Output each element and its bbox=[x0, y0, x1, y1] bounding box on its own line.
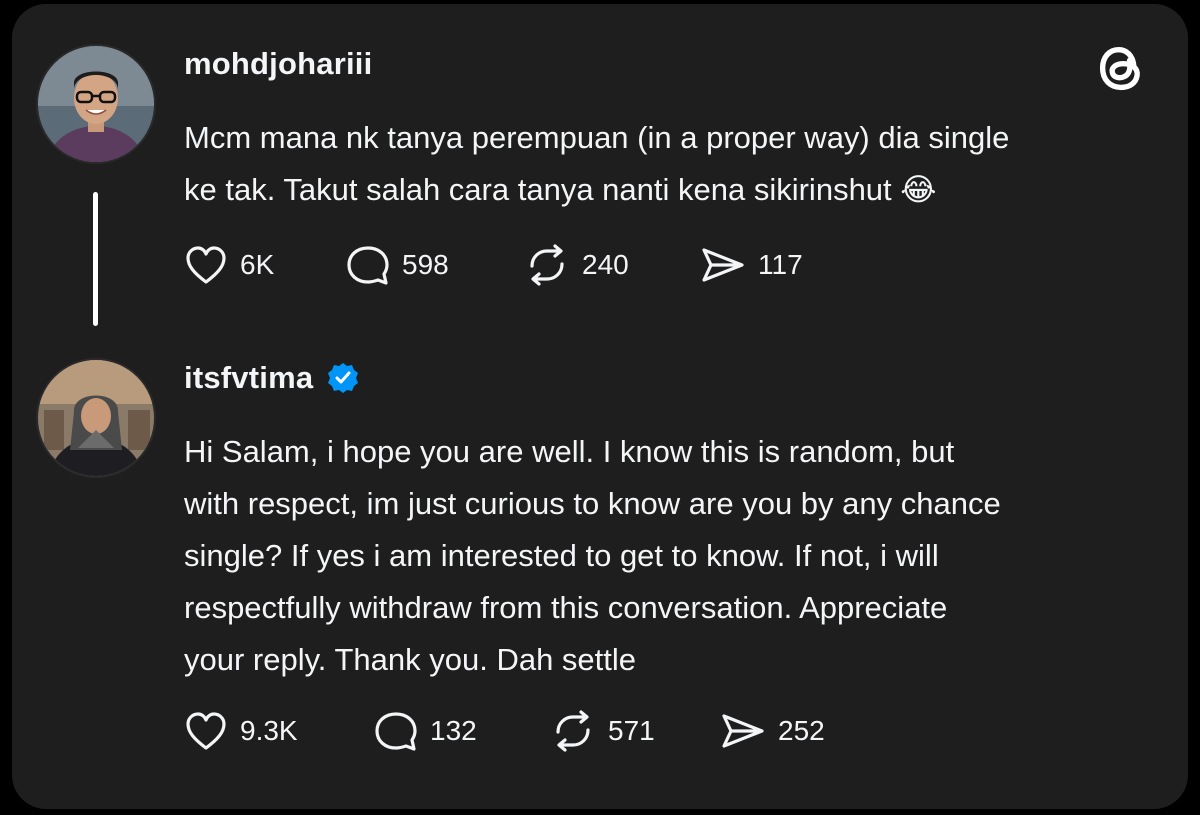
post-text-content: Hi Salam, i hope you are well. I know th… bbox=[184, 434, 1001, 677]
share-button[interactable]: 252 bbox=[720, 710, 825, 752]
reply-count: 132 bbox=[430, 715, 477, 746]
repost-count: 240 bbox=[582, 249, 629, 280]
like-button[interactable]: 9.3K bbox=[184, 710, 374, 752]
like-count: 6K bbox=[240, 249, 275, 280]
post-text-content: Mcm mana nk tanya perempuan (in a proper… bbox=[184, 120, 1010, 207]
comment-bubble-icon bbox=[375, 712, 417, 751]
repost-icon bbox=[530, 244, 564, 286]
repost-button[interactable]: 571 bbox=[550, 710, 720, 752]
share-count: 117 bbox=[758, 249, 803, 280]
avatar[interactable] bbox=[38, 360, 154, 476]
username[interactable]: itsfvtima bbox=[184, 360, 359, 396]
heart-icon bbox=[186, 246, 226, 284]
post-text: Mcm mana nk tanya perempuan (in a proper… bbox=[184, 112, 1009, 216]
send-icon bbox=[722, 714, 764, 748]
reply-count: 598 bbox=[402, 249, 449, 280]
threads-logo-icon[interactable] bbox=[1096, 40, 1148, 96]
repost-count: 571 bbox=[608, 715, 655, 746]
repost-icon bbox=[556, 710, 590, 752]
username-label[interactable]: mohdjohariii bbox=[184, 46, 372, 82]
reply-button[interactable]: 132 bbox=[374, 710, 550, 752]
username[interactable]: mohdjohariii bbox=[184, 46, 372, 82]
verified-badge-icon bbox=[327, 362, 359, 394]
reply-button[interactable]: 598 bbox=[346, 244, 524, 286]
comment-bubble-icon bbox=[347, 246, 389, 285]
post-actions: 9.3K 132 571 252 bbox=[184, 710, 825, 752]
like-button[interactable]: 6K bbox=[184, 244, 346, 286]
username-label[interactable]: itsfvtima bbox=[184, 360, 313, 396]
thread-connector-line bbox=[93, 192, 98, 326]
like-count: 9.3K bbox=[240, 715, 298, 746]
avatar[interactable] bbox=[38, 46, 154, 162]
thread-card: mohdjohariii Mcm mana nk tanya perempuan… bbox=[12, 4, 1188, 809]
send-icon bbox=[702, 248, 744, 282]
share-button[interactable]: 117 bbox=[700, 244, 803, 286]
post-actions: 6K 598 240 117 bbox=[184, 244, 803, 286]
post-text: Hi Salam, i hope you are well. I know th… bbox=[184, 426, 1001, 686]
heart-icon bbox=[186, 712, 226, 750]
repost-button[interactable]: 240 bbox=[524, 244, 700, 286]
share-count: 252 bbox=[778, 715, 825, 746]
